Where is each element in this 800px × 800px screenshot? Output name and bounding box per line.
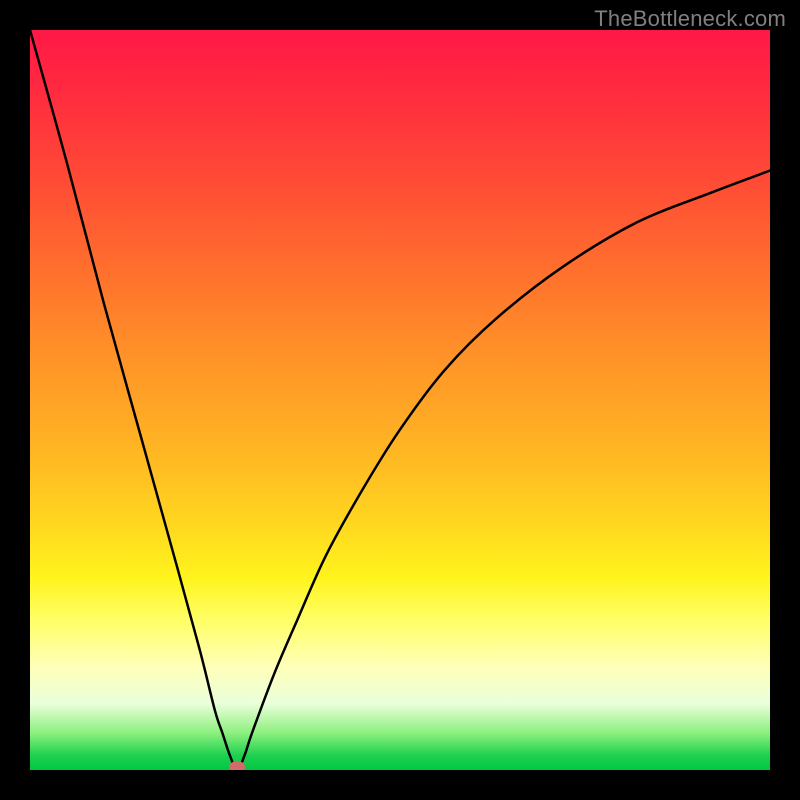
watermark-text: TheBottleneck.com — [594, 6, 786, 32]
chart-frame: TheBottleneck.com — [0, 0, 800, 800]
curve-svg — [30, 30, 770, 770]
plot-area — [30, 30, 770, 770]
bottleneck-curve — [30, 30, 770, 770]
